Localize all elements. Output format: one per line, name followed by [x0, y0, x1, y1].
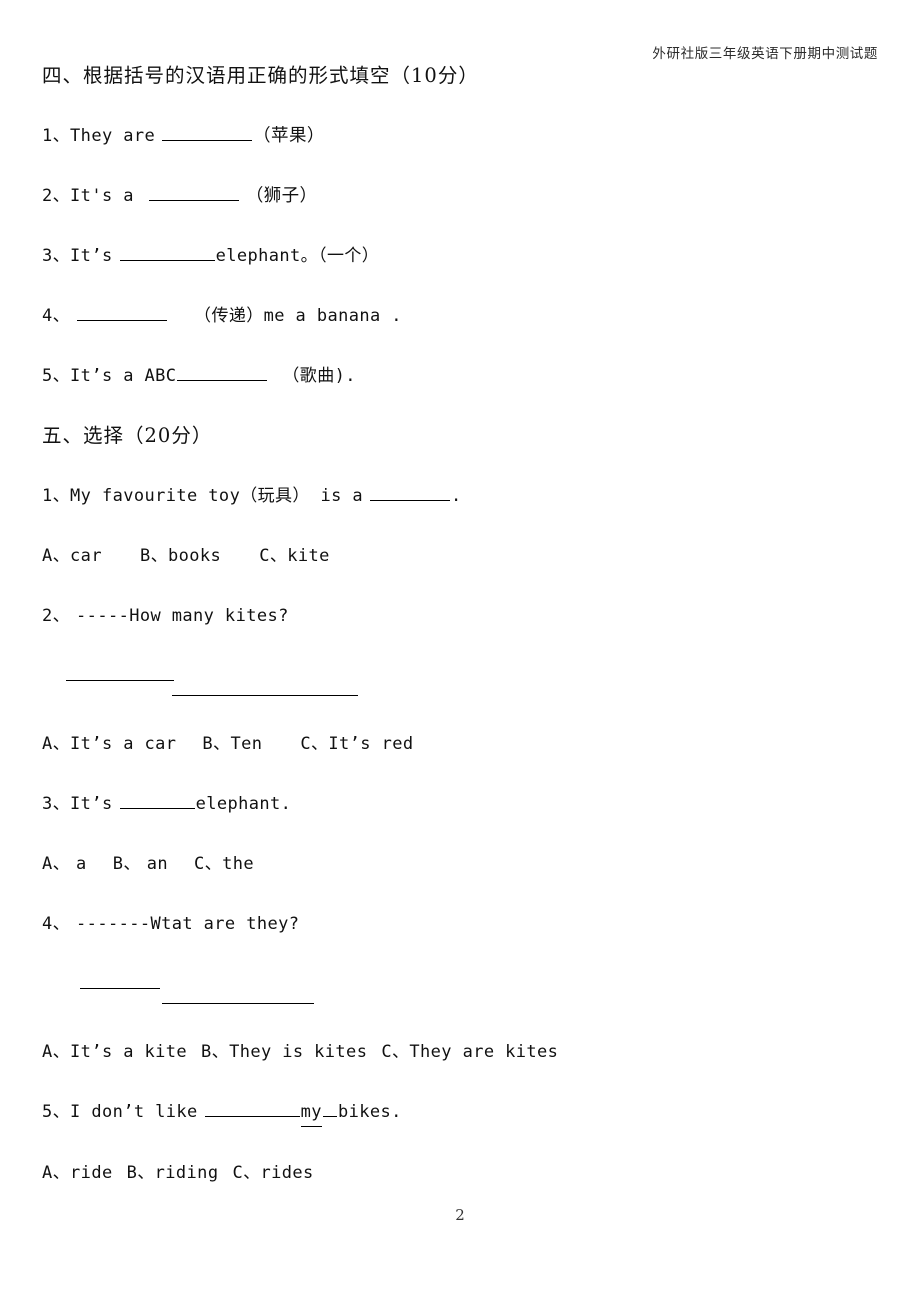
option-a-text[interactable]: a	[76, 854, 87, 874]
section-five-options-4: A、It’s a kite B、They is kites C、They are k…	[42, 1038, 878, 1066]
option-a-letter: A、	[42, 734, 71, 754]
question-text: My favourite toy（玩具） is a	[70, 486, 363, 506]
option-a-text[interactable]: ride	[70, 1163, 113, 1183]
question-text: I don’t like	[70, 1102, 198, 1122]
question-number: 3、	[42, 794, 71, 814]
option-c-letter: C、	[232, 1163, 261, 1183]
section-four-question-1: 1、They are （苹果）	[42, 122, 878, 150]
document-header-title: 外研社版三年级英语下册期中测试题	[652, 46, 878, 62]
fill-in-blank[interactable]	[148, 183, 239, 201]
section-four-question-4: 4、 （传递）me a banana .	[42, 302, 878, 330]
fill-in-blank[interactable]	[119, 791, 195, 809]
option-c-text[interactable]: It’s red	[328, 734, 413, 754]
question-text: It’s a ABC	[70, 366, 177, 386]
exam-page: 外研社版三年级英语下册期中测试题 四、根据括号的汉语用正确的形式填空（10分） …	[0, 0, 920, 1302]
section-five-options-2: A、It’s a car B、Ten C、It’s red	[42, 730, 878, 758]
question-text: They are	[70, 126, 156, 146]
fill-in-blank[interactable]	[119, 243, 215, 261]
answer-rule-upper[interactable]	[80, 988, 160, 989]
option-b-letter: B、	[112, 854, 141, 874]
option-c-letter: C、	[381, 1042, 410, 1062]
question-hint: （苹果）	[253, 126, 325, 146]
option-a-letter: A、	[42, 1042, 71, 1062]
answer-rules-question-4[interactable]	[42, 970, 878, 1016]
question-hint: （传递）me a banana .	[194, 306, 402, 326]
fill-in-blank[interactable]	[77, 303, 168, 321]
question-number: 2、	[42, 186, 71, 206]
option-a-letter: A、	[42, 546, 71, 566]
section-five-question-2: 2、 -----How many kites?	[42, 602, 878, 630]
section-four-question-3: 3、It’s elephant。（一个）	[42, 242, 878, 270]
answer-rule-upper[interactable]	[66, 680, 174, 681]
option-b-text[interactable]: riding	[155, 1163, 219, 1183]
exam-content: 四、根据括号的汉语用正确的形式填空（10分） 1、They are （苹果） 2、…	[42, 62, 878, 1219]
section-five-heading: 五、选择（20分）	[42, 424, 213, 447]
question-number: 1、	[42, 126, 71, 146]
option-b-text[interactable]: books	[168, 546, 221, 566]
section-four-heading: 四、根据括号的汉语用正确的形式填空（10分）	[42, 64, 479, 87]
fill-in-blank-tail[interactable]	[322, 1099, 337, 1117]
answer-rule-lower[interactable]	[172, 695, 358, 696]
section-five-question-5: 5、I don’t like my bikes.	[42, 1098, 878, 1127]
option-b-text[interactable]: Ten	[230, 734, 262, 754]
option-c-text[interactable]: kite	[287, 546, 330, 566]
question-text: -------Wtat are they?	[76, 914, 300, 934]
option-b-letter: B、	[139, 546, 168, 566]
fill-in-blank[interactable]	[369, 483, 450, 501]
section-five-options-3: A、 a B、 an C、the	[42, 850, 878, 878]
answer-rule-lower[interactable]	[162, 1003, 314, 1004]
section-five-question-1: 1、My favourite toy（玩具） is a.	[42, 482, 878, 510]
question-number: 1、	[42, 486, 71, 506]
question-number: 3、	[42, 246, 71, 266]
section-four-question-2: 2、It's a （狮子）	[42, 182, 878, 210]
question-text: It’s	[70, 794, 113, 814]
option-c-text[interactable]: the	[222, 854, 254, 874]
option-a-text[interactable]: It’s a kite	[70, 1042, 187, 1062]
question-text: -----How many kites?	[76, 606, 289, 626]
question-text: It's a	[70, 186, 134, 206]
question-text-end: bikes.	[337, 1102, 402, 1122]
underlined-word: my	[300, 1098, 322, 1127]
option-b-text[interactable]: They is kites	[229, 1042, 367, 1062]
option-b-letter: B、	[201, 1042, 230, 1062]
option-b-letter: B、	[126, 1163, 155, 1183]
option-c-letter: C、	[300, 734, 329, 754]
question-number: 4、	[42, 914, 71, 934]
option-c-letter: C、	[259, 546, 288, 566]
option-c-letter: C、	[194, 854, 223, 874]
question-hint: elephant。（一个）	[215, 246, 380, 266]
page-number: 2	[455, 1206, 465, 1224]
question-text-end: .	[450, 486, 462, 506]
option-a-letter: A、	[42, 1163, 71, 1183]
section-five-options-5: A、ride B、riding C、rides	[42, 1159, 878, 1187]
question-number: 2、	[42, 606, 71, 626]
option-c-text[interactable]: rides	[261, 1163, 314, 1183]
option-a-text[interactable]: car	[70, 546, 102, 566]
fill-in-blank[interactable]	[177, 363, 268, 381]
question-hint: （狮子）	[245, 186, 318, 206]
question-number: 4、	[42, 306, 71, 326]
section-five-options-1: A、car B、books C、kite	[42, 542, 878, 570]
question-text-end: elephant.	[195, 794, 292, 814]
option-b-text[interactable]: an	[147, 854, 168, 874]
section-four-question-5: 5、It’s a ABC （歌曲).	[42, 362, 878, 390]
question-hint: （歌曲).	[282, 366, 356, 386]
question-number: 5、	[42, 366, 71, 386]
section-five-question-4: 4、 -------Wtat are they?	[42, 910, 878, 938]
option-a-letter: A、	[42, 854, 71, 874]
option-b-letter: B、	[202, 734, 231, 754]
section-five-question-3: 3、It’s elephant.	[42, 790, 878, 818]
question-text: It’s	[70, 246, 113, 266]
fill-in-blank[interactable]	[162, 123, 253, 141]
option-a-text[interactable]: It’s a car	[70, 734, 176, 754]
option-c-text[interactable]: They are kites	[409, 1042, 558, 1062]
fill-in-blank[interactable]	[204, 1099, 300, 1117]
question-number: 5、	[42, 1102, 71, 1122]
answer-rules-question-2[interactable]	[42, 662, 878, 708]
